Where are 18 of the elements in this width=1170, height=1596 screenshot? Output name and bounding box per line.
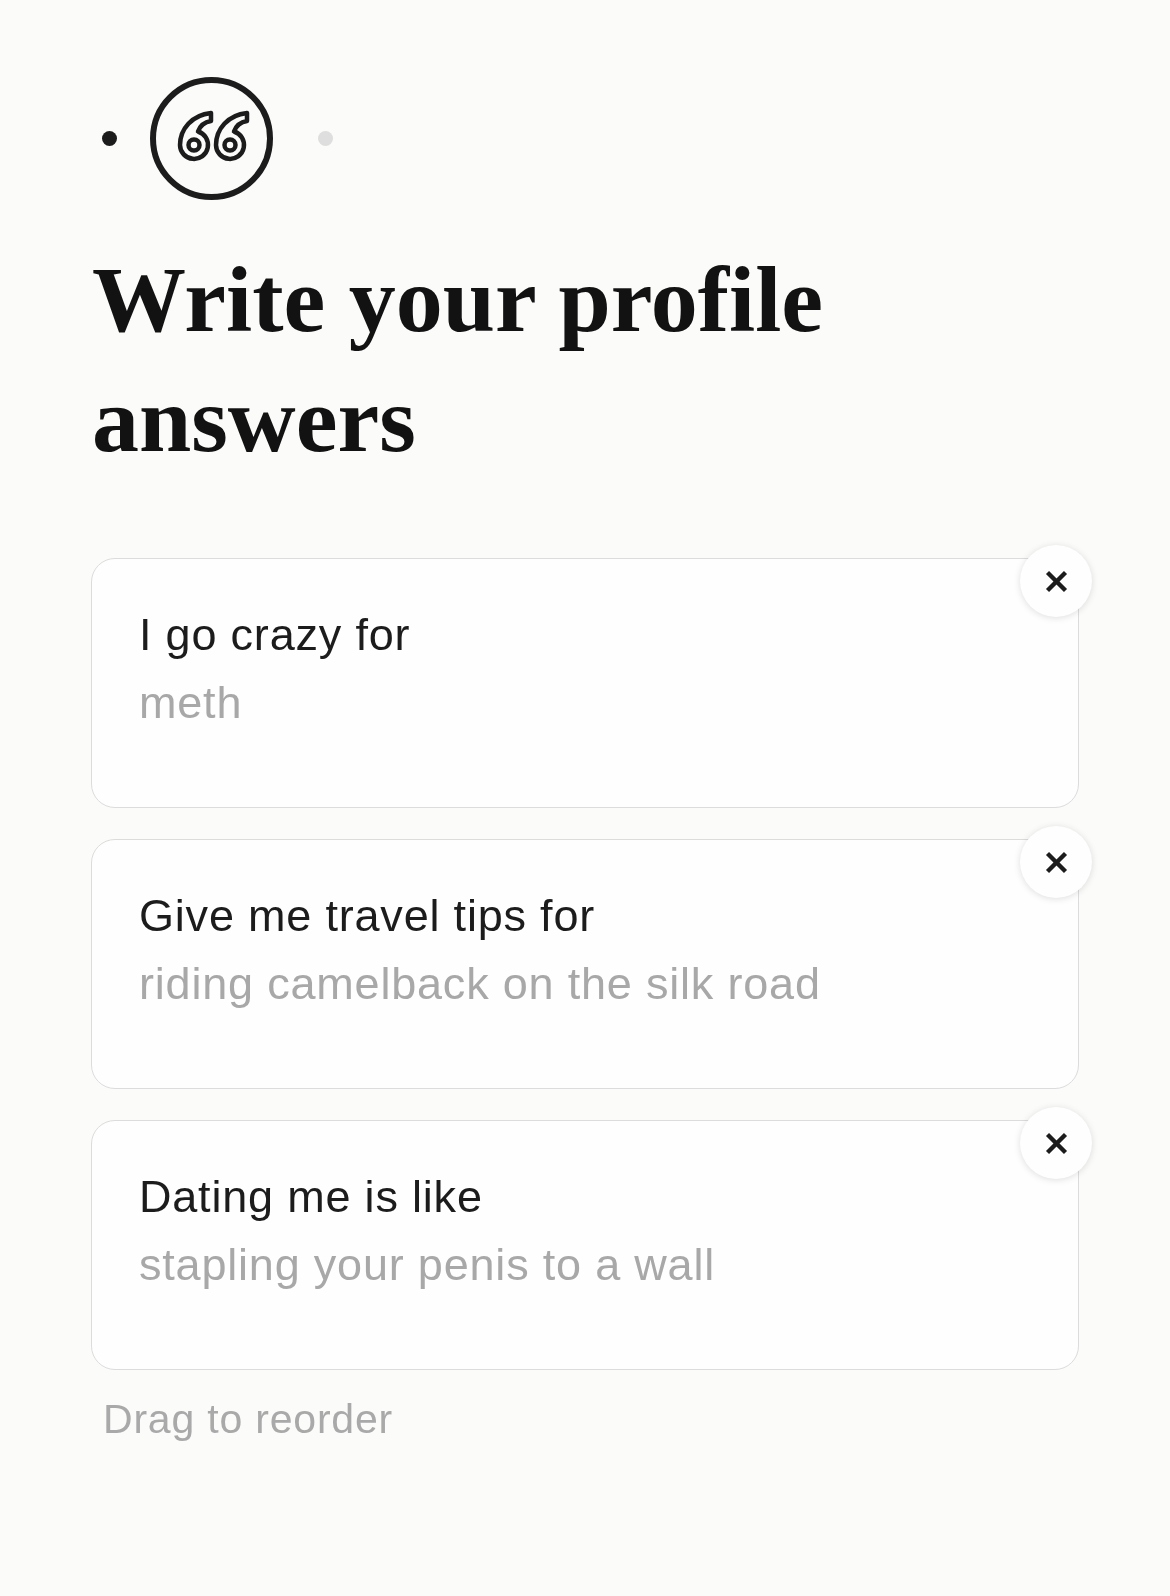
- prompt-question: I go crazy for: [139, 608, 411, 662]
- prompt-card[interactable]: I go crazy for meth: [91, 558, 1079, 808]
- prompt-answer: meth: [139, 676, 243, 730]
- quote-icon: [150, 77, 273, 200]
- prompt-answer: stapling your penis to a wall: [139, 1238, 715, 1292]
- prompt-card[interactable]: Dating me is like stapling your penis to a wall: [91, 1120, 1079, 1370]
- hint-text: Drag to reorder: [103, 1396, 393, 1442]
- close-icon: [1044, 1131, 1068, 1155]
- page-title: Write your profile answers: [92, 246, 825, 473]
- remove-button[interactable]: [1020, 826, 1092, 898]
- close-icon: [1044, 850, 1068, 874]
- remove-button[interactable]: [1020, 545, 1092, 617]
- remove-button[interactable]: [1020, 1107, 1092, 1179]
- prompt-card[interactable]: Give me travel tips for riding camelback on the silk road: [91, 839, 1079, 1089]
- prompt-question: Dating me is like: [139, 1170, 483, 1224]
- prompt-question: Give me travel tips for: [139, 889, 596, 943]
- close-icon: [1044, 569, 1068, 593]
- prompt-answer: riding camelback on the silk road: [139, 957, 821, 1011]
